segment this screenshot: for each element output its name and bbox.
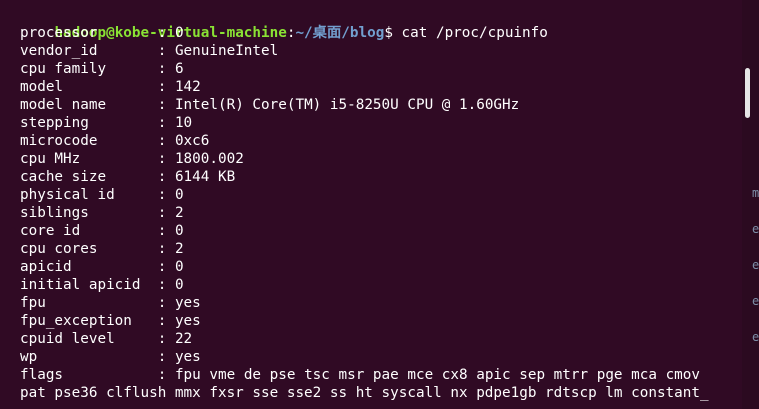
cpuinfo-line: model name : Intel(R) Core(TM) i5-8250U … [20, 96, 519, 114]
cpuinfo-value: yes [174, 295, 201, 311]
cpuinfo-key: microcode [20, 133, 98, 149]
cpuinfo-value: 0 [174, 259, 184, 275]
cpuinfo-key: cpu family [20, 61, 107, 77]
cpuinfo-value: 0xc6 [174, 133, 210, 149]
cpuinfo-key: cpuid level [20, 331, 115, 347]
cpuinfo-value: 0 [174, 187, 184, 203]
cpuinfo-line: siblings : 2 [20, 204, 184, 222]
prompt-path: ~/桌面/blog [295, 25, 385, 41]
scrollbar-track[interactable] [742, 0, 759, 409]
cpuinfo-line: physical id : 0 [20, 186, 184, 204]
cpuinfo-separator: : [131, 313, 175, 329]
cpuinfo-value: 0 [174, 25, 184, 41]
cpuinfo-separator: : [106, 97, 175, 113]
cpuinfo-line: cache size : 6144 KB [20, 168, 235, 186]
prompt-dollar: $ [384, 25, 393, 41]
cpuinfo-key: model name [20, 97, 107, 113]
cpuinfo-line: initial apicid : 0 [20, 276, 184, 294]
cpuinfo-value: 2 [174, 241, 184, 257]
cpuinfo-line: core id : 0 [20, 222, 184, 240]
cpuinfo-value: 142 [174, 79, 201, 95]
cpuinfo-separator: : [97, 25, 175, 41]
scrollbar-thumb[interactable] [745, 68, 750, 118]
cpuinfo-line: model : 142 [20, 78, 201, 96]
cpuinfo-value: 6 [174, 61, 184, 77]
cpuinfo-separator: : [88, 205, 175, 221]
cpuinfo-line: cpu family : 6 [20, 60, 184, 78]
cpuinfo-value: yes [174, 349, 201, 365]
cpuinfo-separator: : [80, 151, 175, 167]
cpuinfo-key: stepping [20, 115, 89, 131]
cpuinfo-separator: : [71, 259, 175, 275]
command-text: cat /proc/cpuinfo [392, 25, 548, 41]
cpuinfo-value: 0 [174, 277, 184, 293]
cpuinfo-separator: : [106, 169, 175, 185]
cpuinfo-key: core id [20, 223, 81, 239]
background-window-glyph: m [752, 186, 759, 200]
cpuinfo-value: 2 [174, 205, 184, 221]
cpuinfo-separator: : [63, 367, 175, 383]
cpuinfo-value: Intel(R) Core(TM) i5-8250U CPU @ 1.60GHz [174, 97, 520, 113]
cpuinfo-line: microcode : 0xc6 [20, 132, 209, 150]
background-window-glyph: e [752, 258, 759, 272]
cpuinfo-value: GenuineIntel [174, 43, 279, 59]
cpuinfo-line: cpu cores : 2 [20, 240, 184, 258]
cpuinfo-key: siblings [20, 205, 89, 221]
cpuinfo-value: 1800.002 [174, 151, 244, 167]
cpuinfo-key: cpu MHz [20, 151, 81, 167]
cpuinfo-separator: : [106, 61, 175, 77]
cpuinfo-line: flags : fpu vme de pse tsc msr pae mce c… [20, 366, 700, 384]
cpuinfo-line: processor : 0 [20, 24, 184, 42]
cpuinfo-line: fpu : yes [20, 294, 201, 312]
cpuinfo-line: fpu_exception : yes [20, 312, 201, 330]
cpuinfo-separator: : [114, 331, 175, 347]
cpuinfo-separator: : [37, 349, 175, 365]
cpuinfo-value: 6144 KB [174, 169, 236, 185]
cpuinfo-line: vendor_id : GenuineIntel [20, 42, 278, 60]
cpuinfo-key: flags [20, 367, 64, 383]
flags-continuation-line: pat pse36 clflush mmx fxsr sse sse2 ss h… [20, 385, 709, 401]
cpuinfo-separator: : [88, 115, 175, 131]
cpuinfo-separator: : [63, 79, 175, 95]
cpuinfo-separator: : [45, 295, 175, 311]
cpuinfo-separator: : [97, 43, 175, 59]
cpuinfo-value: 0 [174, 223, 184, 239]
cpuinfo-key: model [20, 79, 64, 95]
cpuinfo-separator: : [80, 223, 175, 239]
cpuinfo-separator: : [97, 241, 175, 257]
cpuinfo-key: vendor_id [20, 43, 98, 59]
cpuinfo-line: cpu MHz : 1800.002 [20, 150, 244, 168]
cpuinfo-key: apicid [20, 259, 72, 275]
prompt-line: hadoop@kobe-virtual-machine:~/桌面/blog$ c… [20, 6, 547, 41]
cpuinfo-line: stepping : 10 [20, 114, 192, 132]
cpuinfo-key: cpu cores [20, 241, 98, 257]
background-window-glyph: e [752, 222, 759, 236]
cpuinfo-key: initial apicid [20, 277, 141, 293]
cpuinfo-key: cache size [20, 169, 107, 185]
cpuinfo-value: yes [174, 313, 201, 329]
cpuinfo-line: cpuid level : 22 [20, 330, 192, 348]
background-window-glyph: e [752, 294, 759, 308]
background-window-glyph: e [752, 330, 759, 344]
cpuinfo-separator: : [140, 277, 175, 293]
cpuinfo-value: 10 [174, 115, 193, 131]
cpuinfo-line: apicid : 0 [20, 258, 184, 276]
cpuinfo-key: physical id [20, 187, 115, 203]
cpuinfo-key: wp [20, 349, 38, 365]
cpuinfo-line: wp : yes [20, 348, 201, 366]
cpuinfo-separator: : [114, 187, 175, 203]
terminal-output[interactable]: hadoop@kobe-virtual-machine:~/桌面/blog$ c… [0, 0, 742, 409]
cpuinfo-key: fpu_exception [20, 313, 132, 329]
cpuinfo-separator: : [97, 133, 175, 149]
cpuinfo-key: processor [20, 25, 98, 41]
cpuinfo-value: fpu vme de pse tsc msr pae mce cx8 apic … [174, 367, 701, 383]
cpuinfo-key: fpu [20, 295, 46, 311]
cpuinfo-value: 22 [174, 331, 193, 347]
